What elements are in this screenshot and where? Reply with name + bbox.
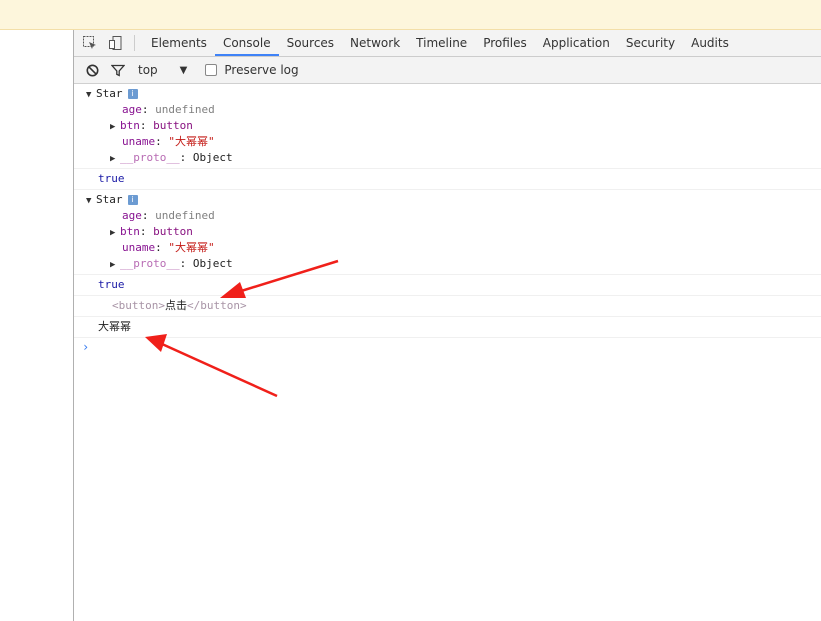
console-prompt[interactable]: ›	[74, 338, 821, 356]
property-value: "大幂幂"	[168, 241, 215, 254]
context-selector[interactable]: top	[138, 63, 158, 77]
property-value: "大幂幂"	[168, 135, 215, 148]
tab-sources[interactable]: Sources	[279, 30, 342, 56]
dom-element-node[interactable]: <button>点击</button>	[74, 298, 821, 314]
property-key: uname	[122, 135, 156, 148]
preserve-log-label[interactable]: Preserve log	[224, 63, 298, 77]
tab-audits[interactable]: Audits	[683, 30, 737, 56]
object-property[interactable]: ▶ btn: button	[74, 118, 821, 134]
collapsed-triangle-icon[interactable]: ▶	[110, 151, 120, 167]
property-key: __proto__	[120, 151, 180, 164]
property-key: btn	[120, 119, 140, 132]
property-value: button	[153, 225, 193, 238]
console-output: ▼ Star i age: undefined ▶ btn: button uname…	[74, 84, 821, 356]
devtools-tabbar: Elements Console Sources Network Timelin…	[74, 30, 821, 57]
browser-info-bar	[0, 0, 821, 30]
tab-elements[interactable]: Elements	[143, 30, 215, 56]
log-text: 大幂幂	[98, 320, 131, 333]
info-icon[interactable]: i	[127, 89, 138, 99]
object-property: age: undefined	[122, 209, 215, 222]
console-message: true	[74, 169, 821, 190]
expand-triangle-icon[interactable]: ▼	[86, 87, 96, 103]
object-property[interactable]: ▶ __proto__: Object	[74, 150, 821, 166]
tab-network[interactable]: Network	[342, 30, 408, 56]
collapsed-triangle-icon[interactable]: ▶	[110, 225, 120, 241]
device-toggle-icon[interactable]	[106, 33, 126, 53]
object-property: uname: "大幂幂"	[122, 241, 215, 254]
object-header[interactable]: ▼ Star i	[74, 192, 821, 208]
property-value: Object	[192, 257, 233, 270]
object-name: Star	[96, 193, 123, 206]
object-property[interactable]: ▶ btn: button	[74, 224, 821, 240]
object-name: Star	[96, 87, 123, 100]
property-value: undefined	[155, 103, 215, 116]
tab-timeline[interactable]: Timeline	[408, 30, 475, 56]
property-key: uname	[122, 241, 156, 254]
toolbar-divider	[134, 35, 135, 51]
boolean-value: true	[98, 278, 125, 291]
boolean-value: true	[98, 172, 125, 185]
tab-profiles[interactable]: Profiles	[475, 30, 535, 56]
property-key: __proto__	[120, 257, 180, 270]
console-toolbar: top ▼ Preserve log	[74, 57, 821, 84]
expand-triangle-icon[interactable]: ▼	[86, 193, 96, 209]
element-open-tag: <button>	[112, 299, 165, 312]
devtools-panel: Elements Console Sources Network Timelin…	[74, 30, 821, 621]
console-message: true	[74, 275, 821, 296]
page-viewport	[0, 30, 74, 621]
collapsed-triangle-icon[interactable]: ▶	[110, 257, 120, 273]
property-value: undefined	[155, 209, 215, 222]
console-message: <button>点击</button>	[74, 296, 821, 317]
property-value: button	[153, 119, 193, 132]
element-text: 点击	[164, 299, 187, 312]
tab-console[interactable]: Console	[214, 30, 279, 56]
filter-icon[interactable]	[110, 62, 126, 78]
dropdown-arrow-icon[interactable]: ▼	[180, 65, 188, 76]
property-key: age	[122, 103, 142, 116]
clear-console-icon[interactable]	[84, 62, 100, 78]
property-key: btn	[120, 225, 140, 238]
console-message: 大幂幂	[74, 317, 821, 338]
inspect-icon[interactable]	[80, 33, 100, 53]
console-message: ▼ Star i age: undefined ▶ btn: button uname…	[74, 84, 821, 169]
object-property: age: undefined	[122, 103, 215, 116]
object-property[interactable]: ▶ __proto__: Object	[74, 256, 821, 272]
property-value: Object	[192, 151, 233, 164]
object-property: uname: "大幂幂"	[122, 135, 215, 148]
element-close-tag: </button>	[186, 299, 247, 312]
info-icon[interactable]: i	[127, 195, 138, 205]
object-header[interactable]: ▼ Star i	[74, 86, 821, 102]
tab-security[interactable]: Security	[618, 30, 683, 56]
tab-application[interactable]: Application	[535, 30, 618, 56]
collapsed-triangle-icon[interactable]: ▶	[110, 119, 120, 135]
preserve-log-checkbox[interactable]	[205, 64, 218, 76]
console-message: ▼ Star i age: undefined ▶ btn: button uname…	[74, 190, 821, 275]
property-key: age	[122, 209, 142, 222]
